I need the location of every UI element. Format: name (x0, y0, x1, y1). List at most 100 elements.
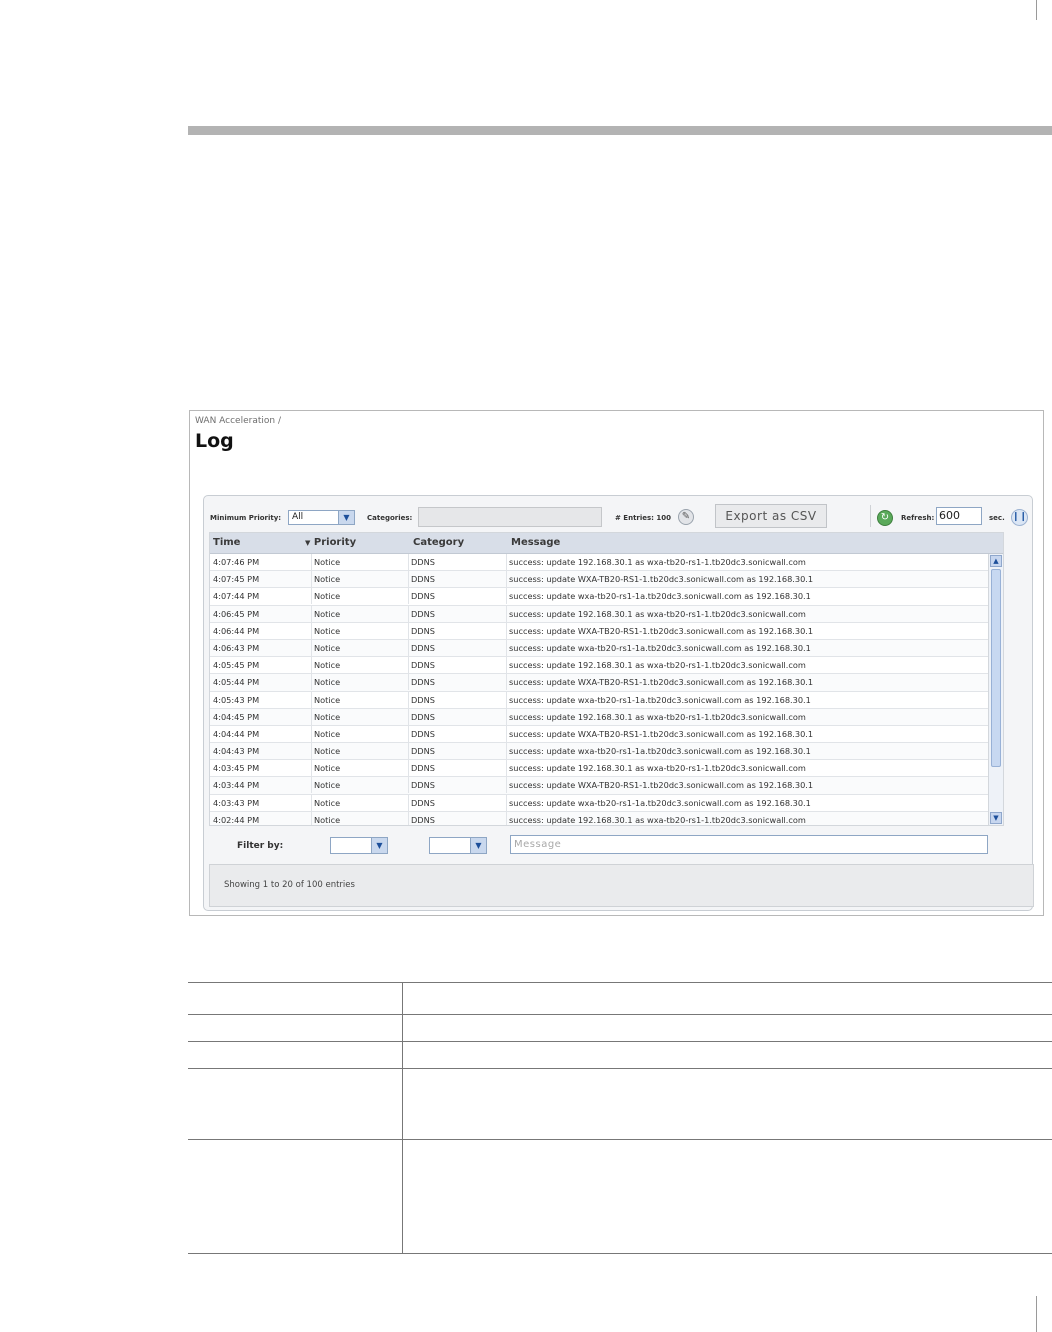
table-row[interactable]: 4:03:44 PM Notice DDNS success: update WXA-… (210, 777, 991, 795)
log-panel: Minimum Priority: All ▼ Categories: # En… (203, 495, 1034, 911)
table-row (188, 1014, 1052, 1042)
filter-by-label: Filter by: (237, 841, 284, 851)
log-screenshot: WAN Acceleration / Log Minimum Priority:… (189, 410, 1044, 916)
page-edge-line (1036, 0, 1037, 20)
table-row[interactable]: 4:07:46 PM Notice DDNS success: update 192.… (210, 554, 991, 572)
pause-icon: ❙❙ (1012, 512, 1028, 522)
table-row[interactable]: 4:06:44 PM Notice DDNS success: update WXA-… (210, 622, 991, 640)
table-row (188, 1139, 1052, 1254)
table-row[interactable]: 4:05:45 PM Notice DDNS success: update 192.… (210, 657, 991, 675)
column-header-priority[interactable]: ▼ Priority (305, 537, 356, 548)
pencil-icon: ✎ (681, 511, 691, 522)
filter-message-input[interactable]: Message (510, 835, 988, 854)
table-row[interactable]: 4:03:45 PM Notice DDNS success: update 192.… (210, 760, 991, 778)
scroll-thumb[interactable] (991, 569, 1001, 767)
cell-priority: Notice (311, 605, 408, 622)
refresh-unit: sec. (989, 514, 1005, 522)
column-header-time[interactable]: Time (213, 537, 240, 548)
entries-count: # Entries: 100 (615, 514, 672, 522)
column-header-message[interactable]: Message (511, 537, 560, 548)
table-row[interactable]: 4:04:45 PM Notice DDNS success: update 192.… (210, 708, 991, 726)
cell-priority: Notice (311, 554, 408, 570)
min-priority-select[interactable]: All ▼ (288, 510, 355, 525)
description-table (188, 982, 1052, 1254)
cell-category: DDNS (408, 639, 507, 656)
grid-footer: Showing 1 to 20 of 100 entries (209, 864, 1034, 907)
filter-priority-select[interactable]: ▼ (330, 837, 388, 854)
cell-priority: Notice (311, 674, 408, 691)
scroll-up-icon[interactable]: ▲ (990, 555, 1002, 567)
pause-button[interactable]: ❙❙ (1011, 509, 1028, 526)
table-row[interactable]: 4:06:43 PM Notice DDNS success: update wxa-… (210, 639, 991, 658)
scroll-down-icon[interactable]: ▼ (990, 812, 1002, 824)
categories-label: Categories: (367, 514, 413, 522)
table-row[interactable]: 4:06:45 PM Notice DDNS success: update 192.… (210, 605, 991, 623)
cell-time: 4:02:44 PM (213, 814, 260, 825)
page-title: Log (195, 430, 234, 452)
refresh-interval-input[interactable]: 600 (936, 507, 982, 525)
table-row[interactable]: 4:04:43 PM Notice DDNS success: update wxa-… (210, 743, 991, 761)
export-csv-button[interactable]: Export as CSV (715, 504, 827, 528)
cell-category: DDNS (408, 622, 507, 639)
grid-scrollbar[interactable]: ▲ ▼ (988, 554, 1003, 825)
cell-priority: Notice (311, 588, 408, 605)
cell-time: 4:06:45 PM (213, 608, 260, 619)
toolbar-divider (870, 505, 871, 527)
cell-time: 4:03:44 PM (213, 780, 260, 791)
cell-message: success: update wxa-tb20-rs1-1a.tb20dc3.… (506, 588, 989, 605)
cell-message: success: update 192.168.30.1 as wxa-tb20… (506, 605, 989, 622)
cell-message: success: update WXA-TB20-RS1-1.tb20dc3.s… (506, 725, 989, 742)
table-row[interactable]: 4:04:44 PM Notice DDNS success: update WXA-… (210, 725, 991, 744)
cell-category: DDNS (408, 571, 507, 588)
table-row[interactable]: 4:03:43 PM Notice DDNS success: update wxa-… (210, 794, 991, 812)
cell-time: 4:04:45 PM (213, 711, 260, 722)
cell-time: 4:05:45 PM (213, 660, 260, 671)
cell-time: 4:06:44 PM (213, 625, 260, 636)
table-row[interactable]: 4:07:45 PM Notice DDNS success: update WXA-… (210, 571, 991, 589)
min-priority-value: All (292, 512, 304, 522)
chevron-down-icon: ▼ (470, 838, 486, 853)
edit-entries-button[interactable]: ✎ (678, 509, 694, 525)
sort-desc-icon: ▼ (305, 539, 311, 547)
table-row (188, 1068, 1052, 1140)
cell-priority: Notice (311, 743, 408, 760)
cell-message: success: update 192.168.30.1 as wxa-tb20… (506, 554, 989, 570)
table-row[interactable]: 4:02:44 PM Notice DDNS success: update 192.… (210, 811, 991, 825)
cell-priority: Notice (311, 777, 408, 794)
chevron-down-icon: ▼ (371, 838, 387, 853)
cell-category: DDNS (408, 657, 507, 674)
cell-priority: Notice (311, 811, 408, 825)
cell-time: 4:04:43 PM (213, 746, 260, 757)
table-row[interactable]: 4:05:43 PM Notice DDNS success: update wxa-… (210, 691, 991, 709)
cell-message: success: update 192.168.30.1 as wxa-tb20… (506, 811, 989, 825)
cell-category: DDNS (408, 554, 507, 570)
column-header-priority-label: Priority (313, 537, 357, 548)
cell-time: 4:07:44 PM (213, 591, 260, 602)
refresh-button[interactable]: ↻ (877, 510, 893, 526)
categories-input[interactable] (418, 507, 602, 527)
cell-message: success: update WXA-TB20-RS1-1.tb20dc3.s… (506, 622, 989, 639)
column-header-category[interactable]: Category (413, 537, 464, 548)
cell-time: 4:03:43 PM (213, 797, 260, 808)
breadcrumb[interactable]: WAN Acceleration / (195, 416, 281, 426)
cell-category: DDNS (408, 811, 507, 825)
cell-priority: Notice (311, 725, 408, 742)
table-row[interactable]: 4:05:44 PM Notice DDNS success: update WXA-… (210, 674, 991, 692)
cell-message: success: update 192.168.30.1 as wxa-tb20… (506, 657, 989, 674)
cell-message: success: update wxa-tb20-rs1-1a.tb20dc3.… (506, 691, 989, 708)
refresh-label: Refresh: (901, 514, 935, 522)
table-row (188, 1041, 1052, 1069)
chevron-down-icon: ▼ (338, 511, 354, 524)
table-row[interactable]: 4:07:44 PM Notice DDNS success: update wxa-… (210, 588, 991, 606)
cell-time: 4:07:46 PM (213, 557, 260, 567)
cell-time: 4:05:43 PM (213, 694, 260, 705)
cell-category: DDNS (408, 760, 507, 777)
cell-category: DDNS (408, 743, 507, 760)
cell-message: success: update wxa-tb20-rs1-1a.tb20dc3.… (506, 639, 989, 656)
cell-priority: Notice (311, 622, 408, 639)
filter-category-select[interactable]: ▼ (429, 837, 487, 854)
cell-category: DDNS (408, 777, 507, 794)
cell-time: 4:05:44 PM (213, 677, 260, 688)
cell-time: 4:06:43 PM (213, 642, 260, 653)
cell-message: success: update wxa-tb20-rs1-1a.tb20dc3.… (506, 794, 989, 811)
